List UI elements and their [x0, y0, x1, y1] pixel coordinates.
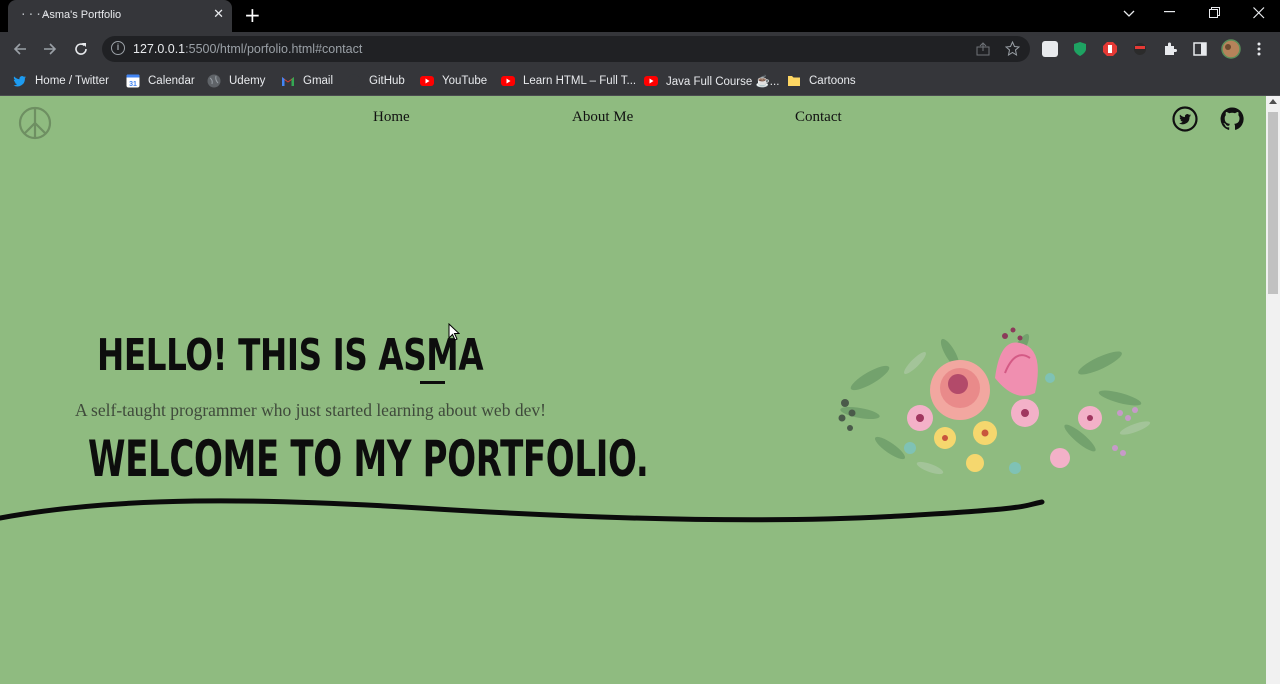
- extension-adblock-icon[interactable]: [1102, 41, 1118, 57]
- scroll-thumb[interactable]: [1268, 112, 1278, 294]
- extension-shield-icon[interactable]: [1072, 41, 1088, 57]
- youtube-icon: [501, 76, 515, 86]
- tab-strip: ···· Asma's Portfolio ✕ +: [0, 0, 1280, 32]
- calendar-icon: 31: [126, 74, 140, 88]
- site-info-icon[interactable]: i: [111, 41, 125, 55]
- nav-about-link[interactable]: About Me: [572, 109, 633, 126]
- github-icon: [347, 74, 361, 88]
- extensions-puzzle-icon[interactable]: [1162, 41, 1178, 57]
- bookmark-item[interactable]: Udemy: [207, 72, 265, 90]
- peace-logo-icon[interactable]: [18, 106, 52, 140]
- tab-close-icon[interactable]: ✕: [213, 7, 224, 23]
- url-text: 127.0.0.1:5500/html/porfolio.html#contac…: [133, 42, 363, 56]
- twitter-icon[interactable]: [1172, 106, 1198, 132]
- side-panel-icon[interactable]: [1192, 41, 1208, 57]
- scroll-up-arrow-icon[interactable]: [1269, 99, 1277, 104]
- bookmarks-bar: Home / Twitter 31 Calendar Udemy Gmail G…: [0, 66, 1280, 96]
- close-window-icon[interactable]: [1253, 7, 1265, 19]
- restore-icon[interactable]: [1209, 7, 1221, 19]
- flower-bouquet-illustration: [838, 327, 1151, 475]
- extension-mask-icon[interactable]: [1132, 41, 1148, 57]
- hero-subtitle: A self-taught programmer who just starte…: [75, 400, 546, 420]
- mouse-pointer-icon: [448, 323, 460, 341]
- bookmark-item[interactable]: Learn HTML – Full T...: [501, 72, 636, 90]
- youtube-icon: [644, 76, 658, 86]
- page-viewport: Home About Me Contact HELLO! THIS IS ASM…: [0, 96, 1266, 684]
- nav-home-link[interactable]: Home: [373, 109, 410, 126]
- twitter-icon: [13, 76, 26, 87]
- back-arrow-icon[interactable]: [12, 41, 28, 57]
- bookmark-item[interactable]: Gmail: [281, 72, 333, 90]
- globe-icon: [207, 74, 221, 88]
- tab-search-chevron-icon[interactable]: [1123, 10, 1135, 18]
- gmail-icon: [282, 77, 294, 86]
- nav-contact-link[interactable]: Contact: [795, 109, 842, 126]
- bookmark-item[interactable]: 31 Calendar: [126, 72, 195, 90]
- typing-cursor-underline: [420, 381, 445, 384]
- active-tab[interactable]: ···· Asma's Portfolio ✕: [8, 0, 232, 32]
- bookmark-item[interactable]: GitHub: [347, 72, 405, 90]
- page-scrollbar[interactable]: [1266, 96, 1280, 684]
- browser-menu-icon[interactable]: [1256, 41, 1272, 57]
- svg-text:31: 31: [129, 81, 137, 88]
- bookmark-item[interactable]: Java Full Course ☕...: [644, 72, 779, 90]
- reload-icon[interactable]: [73, 41, 89, 57]
- tab-title: Asma's Portfolio: [42, 9, 122, 21]
- brush-stroke-divider: [0, 498, 1045, 523]
- folder-icon: [788, 76, 800, 86]
- bookmark-item[interactable]: Home / Twitter: [13, 72, 109, 90]
- extension-screenshot-icon[interactable]: [1042, 41, 1058, 57]
- share-icon[interactable]: [976, 42, 990, 56]
- new-tab-button[interactable]: +: [244, 4, 261, 26]
- forward-arrow-icon[interactable]: [42, 41, 58, 57]
- hero-welcome: WELCOME TO MY PORTFOLIO.: [88, 430, 649, 488]
- address-bar[interactable]: i 127.0.0.1:5500/html/porfolio.html#cont…: [102, 36, 1030, 62]
- hero-greeting: HELLO! THIS IS ASMA: [97, 330, 484, 381]
- youtube-icon: [420, 76, 434, 86]
- bookmark-star-icon[interactable]: [1005, 41, 1020, 56]
- browser-toolbar: i 127.0.0.1:5500/html/porfolio.html#cont…: [0, 32, 1280, 66]
- bookmark-item[interactable]: YouTube: [420, 72, 487, 90]
- profile-avatar-icon[interactable]: [1221, 39, 1241, 59]
- minimize-icon[interactable]: [1164, 11, 1176, 13]
- bookmark-item[interactable]: Cartoons: [787, 72, 856, 90]
- github-icon[interactable]: [1219, 106, 1245, 132]
